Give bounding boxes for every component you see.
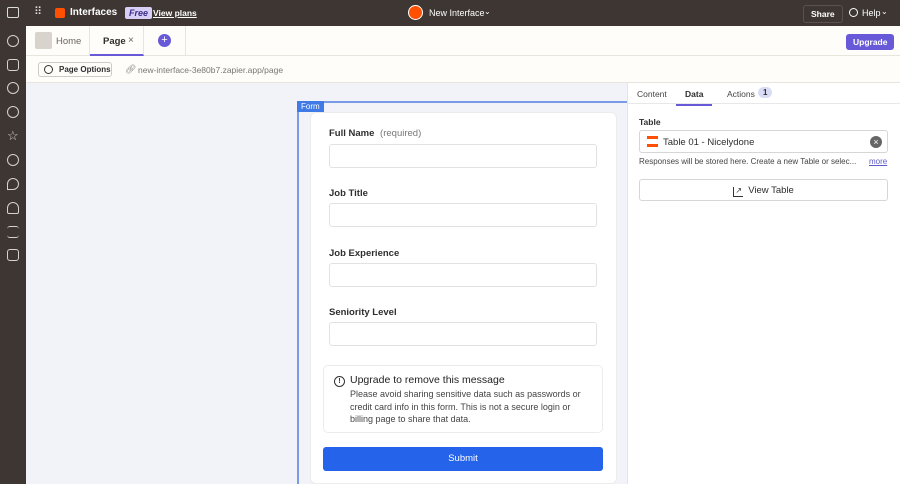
tab-data[interactable]: Data [676,89,713,106]
link-icon: 🔗︎ [125,64,137,74]
view-table-label: View Table [748,185,794,196]
field-label-seniority-level: Seniority Level [329,307,397,318]
properties-panel: Content Data Actions 1 Table Table 01 - … [627,83,900,484]
interface-name-dropdown[interactable]: New Interface [429,8,485,18]
palette-icon[interactable] [7,106,19,118]
tab-home[interactable]: Home [26,26,90,55]
page-options-button[interactable]: Page Options [38,62,112,77]
gear-icon [44,65,53,74]
left-sidebar: ☆ [0,26,26,484]
external-link-icon: ↗ [733,187,744,197]
chevron-down-icon: ⌄ [484,7,491,16]
top-bar: ⠿ Interfaces Free View plans New Interfa… [0,0,900,26]
field-label-job-experience: Job Experience [329,248,400,259]
components-icon[interactable] [7,35,19,47]
alert-circle-icon: ! [334,376,345,387]
view-table-button[interactable]: ↗ View Table [639,179,888,201]
page-toolbar: Page Options 🔗︎ new-interface-3e80b7.zap… [26,56,900,83]
add-block-icon[interactable] [7,59,19,71]
home-thumbnail-icon [35,32,52,49]
full-name-input[interactable] [329,144,597,168]
required-hint: (required) [380,128,422,139]
page-tabs: Home Page × + Upgrade [26,26,900,56]
globe-icon[interactable] [7,154,19,166]
field-label-job-title: Job Title [329,188,368,199]
upgrade-button[interactable]: Upgrade [846,34,895,50]
view-plans-link[interactable]: View plans [153,8,197,18]
help-chevron-icon: ⌄ [881,7,888,16]
job-title-input[interactable] [329,203,597,227]
field-label-full-name: Full Name (required) [329,128,422,139]
close-tab-icon[interactable]: × [128,35,134,46]
zap-logo-icon [408,5,423,20]
add-page-button[interactable]: + [158,34,171,47]
tab-actions[interactable]: Actions [727,89,755,99]
clear-icon[interactable]: × [870,136,882,148]
interfaces-logo-icon [55,8,65,18]
tab-home-label: Home [56,36,82,47]
list-icon[interactable] [7,226,19,238]
form-block-tag: Form [297,101,324,112]
settings-icon[interactable] [7,82,19,94]
table-label: Table [639,117,661,127]
page-url-link[interactable]: new-interface-3e80b7.zapier.app/page [138,65,283,75]
star-icon[interactable]: ☆ [7,129,19,142]
page-options-label: Page Options [59,65,111,74]
wallet-icon[interactable] [7,249,19,261]
more-link[interactable]: more [869,157,887,166]
tab-content[interactable]: Content [637,89,667,99]
app-name: Interfaces [70,7,118,18]
plan-badge: Free [125,7,153,19]
table-helper-text: Responses will be stored here. Create a … [639,157,857,166]
home-icon[interactable] [7,7,19,18]
job-experience-input[interactable] [329,263,597,287]
help-icon [849,8,858,17]
help-button[interactable]: Help [862,8,881,18]
share-button[interactable]: Share [803,5,843,23]
table-select[interactable]: Table 01 - Nicelydone × [639,130,888,153]
table-value: Table 01 - Nicelydone [663,137,755,148]
notice-title: Upgrade to remove this message [350,374,505,386]
users-icon[interactable] [7,202,19,214]
seniority-level-input[interactable] [329,322,597,346]
notice-body: Please avoid sharing sensitive data such… [350,389,581,424]
apps-grid-icon[interactable]: ⠿ [34,7,42,18]
table-logo-icon [647,136,658,147]
location-icon[interactable] [7,178,19,190]
actions-count-badge: 1 [758,87,773,98]
tab-page[interactable]: Page × [90,26,144,56]
submit-button[interactable]: Submit [323,447,603,471]
upgrade-notice: ! Upgrade to remove this message Please … [323,365,603,433]
tab-divider [185,26,186,55]
tab-page-label: Page [103,36,126,47]
